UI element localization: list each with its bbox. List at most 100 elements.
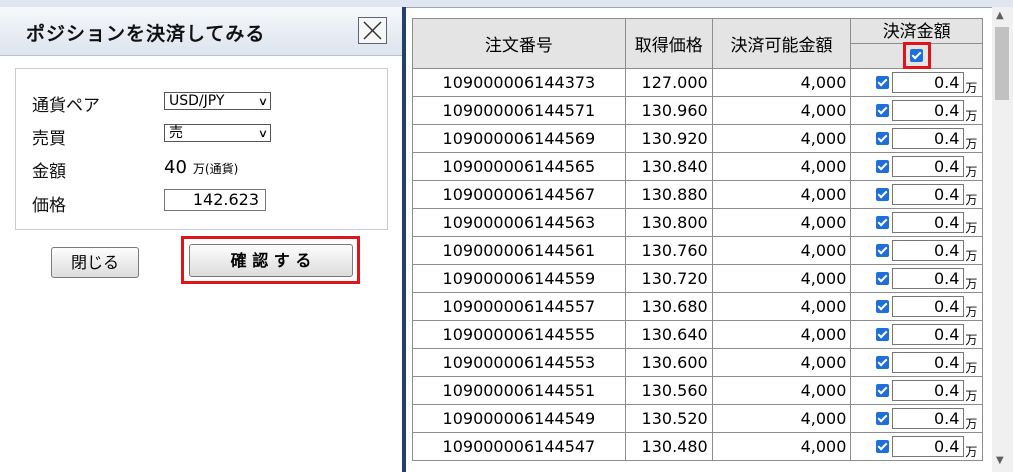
table-row[interactable]: 109000006144557 130.680 4,000 0.4 万 [412, 292, 983, 321]
table-row[interactable]: 109000006144549 130.520 4,000 0.4 万 [412, 404, 983, 433]
table-row[interactable]: 109000006144571 130.960 4,000 0.4 万 [412, 96, 983, 125]
settle-amount-input[interactable]: 0.4 [892, 380, 965, 401]
acquired-price-cell: 130.600 [624, 348, 713, 377]
col-header-available: 決済可能金額 [711, 18, 852, 69]
settle-amount-input[interactable]: 0.4 [892, 436, 965, 457]
vertical-scrollbar[interactable]: ▲ ▼ [992, 7, 1013, 472]
scroll-up-icon[interactable]: ▲ [996, 10, 1004, 21]
settle-amount-input[interactable]: 0.4 [892, 100, 965, 121]
table-row[interactable]: 109000006144373 127.000 4,000 0.4 万 [412, 68, 983, 97]
table-row[interactable]: 109000006144559 130.720 4,000 0.4 万 [412, 264, 983, 293]
chevron-down-icon: ∨ [257, 95, 269, 108]
row-checkbox[interactable] [876, 272, 890, 285]
unit-label: 万 [965, 445, 978, 459]
row-checkbox[interactable] [876, 356, 890, 369]
table-row[interactable]: 109000006144561 130.760 4,000 0.4 万 [412, 236, 983, 265]
settle-amount-input[interactable]: 0.4 [892, 212, 965, 233]
acquired-price-cell: 130.840 [624, 152, 713, 181]
available-amount-cell: 4,000 [711, 432, 852, 461]
settle-amount-cell: 0.4 万 [850, 432, 983, 461]
price-input[interactable]: 142.623 [164, 189, 266, 211]
table-row[interactable]: 109000006144565 130.840 4,000 0.4 万 [412, 152, 983, 181]
settle-amount-input[interactable]: 0.4 [892, 268, 965, 289]
settle-amount-input[interactable]: 0.4 [892, 128, 965, 149]
acquired-price-cell: 130.720 [624, 264, 713, 293]
close-button[interactable]: 閉じる [51, 247, 139, 278]
settle-amount-cell: 0.4 万 [850, 96, 983, 125]
acquired-price-cell: 130.960 [624, 96, 713, 125]
settle-amount-input[interactable]: 0.4 [892, 324, 965, 345]
available-amount-cell: 4,000 [711, 292, 852, 321]
amount-label: 金額 [32, 162, 66, 182]
settle-amount-cell: 0.4 万 [850, 236, 983, 265]
available-amount-cell: 4,000 [711, 236, 852, 265]
amount-value: 40 万(通貨) [164, 157, 238, 178]
settle-header-label: 決済金額 [851, 19, 982, 44]
settle-amount-cell: 0.4 万 [850, 152, 983, 181]
row-checkbox[interactable] [876, 216, 890, 229]
price-label: 価格 [32, 196, 66, 216]
settle-amount-cell: 0.4 万 [850, 124, 983, 153]
acquired-price-cell: 130.640 [624, 320, 713, 349]
row-checkbox[interactable] [876, 104, 890, 117]
available-amount-cell: 4,000 [711, 320, 852, 349]
table-row[interactable]: 109000006144563 130.800 4,000 0.4 万 [412, 208, 983, 237]
order-number-cell: 109000006144565 [412, 152, 626, 181]
row-checkbox[interactable] [876, 76, 890, 89]
available-amount-cell: 4,000 [711, 404, 852, 433]
scroll-thumb[interactable] [995, 27, 1009, 100]
col-header-order-no: 注文番号 [412, 18, 626, 69]
side-label: 売買 [32, 129, 66, 149]
pair-select-value: USD/JPY [169, 93, 225, 109]
order-number-cell: 109000006144549 [412, 404, 626, 433]
available-amount-cell: 4,000 [711, 208, 852, 237]
scroll-down-icon[interactable]: ▼ [996, 455, 1004, 466]
settle-amount-input[interactable]: 0.4 [892, 296, 965, 317]
table-row[interactable]: 109000006144551 130.560 4,000 0.4 万 [412, 376, 983, 405]
col-header-settle: 決済金額 [850, 18, 983, 69]
row-checkbox[interactable] [876, 440, 890, 453]
available-amount-cell: 4,000 [711, 68, 852, 97]
row-checkbox[interactable] [876, 412, 890, 425]
acquired-price-cell: 130.480 [624, 432, 713, 461]
acquired-price-cell: 130.520 [624, 404, 713, 433]
close-icon [363, 21, 382, 40]
settle-amount-input[interactable]: 0.4 [892, 156, 965, 177]
acquired-price-cell: 130.880 [624, 180, 713, 209]
table-row[interactable]: 109000006144555 130.640 4,000 0.4 万 [412, 320, 983, 349]
settle-amount-cell: 0.4 万 [850, 264, 983, 293]
settle-amount-cell: 0.4 万 [850, 376, 983, 405]
row-checkbox[interactable] [876, 188, 890, 201]
row-checkbox[interactable] [876, 132, 890, 145]
settle-amount-cell: 0.4 万 [850, 320, 983, 349]
acquired-price-cell: 130.800 [624, 208, 713, 237]
table-row[interactable]: 109000006144547 130.480 4,000 0.4 万 [412, 432, 983, 461]
settle-amount-input[interactable]: 0.4 [892, 72, 965, 93]
row-checkbox[interactable] [876, 300, 890, 313]
confirm-button[interactable]: 確 認 す る [189, 244, 353, 277]
available-amount-cell: 4,000 [711, 180, 852, 209]
settle-amount-cell: 0.4 万 [850, 208, 983, 237]
dialog-close-button[interactable] [358, 17, 387, 44]
row-checkbox[interactable] [876, 384, 890, 397]
order-number-cell: 109000006144569 [412, 124, 626, 153]
row-checkbox[interactable] [876, 328, 890, 341]
settle-amount-input[interactable]: 0.4 [892, 240, 965, 261]
table-row[interactable]: 109000006144567 130.880 4,000 0.4 万 [412, 180, 983, 209]
settle-amount-input[interactable]: 0.4 [892, 184, 965, 205]
table-row[interactable]: 109000006144569 130.920 4,000 0.4 万 [412, 124, 983, 153]
table-row[interactable]: 109000006144553 130.600 4,000 0.4 万 [412, 348, 983, 377]
settle-amount-input[interactable]: 0.4 [892, 408, 965, 429]
select-all-checkbox[interactable] [910, 49, 924, 62]
settle-amount-input[interactable]: 0.4 [892, 352, 965, 373]
side-select[interactable]: 売 ∨ [164, 124, 271, 142]
positions-grid: 注文番号 取得価格 決済可能金額 決済金額 109000006144373 127… [412, 18, 983, 472]
order-number-cell: 109000006144547 [412, 432, 626, 461]
dialog-title: ポジションを決済してみる [26, 23, 266, 45]
row-checkbox[interactable] [876, 244, 890, 257]
settle-amount-cell: 0.4 万 [850, 180, 983, 209]
row-checkbox[interactable] [876, 160, 890, 173]
acquired-price-cell: 130.920 [624, 124, 713, 153]
pair-select[interactable]: USD/JPY ∨ [164, 92, 271, 110]
pane-splitter[interactable] [402, 7, 406, 472]
